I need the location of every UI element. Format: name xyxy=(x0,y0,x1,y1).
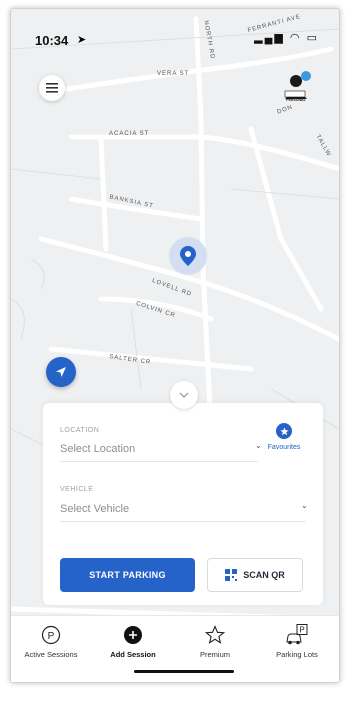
menu-button[interactable] xyxy=(39,75,65,101)
battery-icon: ▭ xyxy=(306,32,319,44)
street-label: VERA ST xyxy=(157,71,190,77)
parking-form-panel: LOCATION Select Location ⌄ Favourites VE… xyxy=(43,403,323,605)
location-select[interactable]: Select Location xyxy=(60,443,135,455)
scan-qr-button[interactable]: SCAN QR xyxy=(207,558,303,592)
tab-premium[interactable]: Premium xyxy=(175,624,255,659)
favourites-button[interactable]: Favourites xyxy=(261,423,307,451)
svg-text:P: P xyxy=(299,626,304,635)
scan-qr-label: SCAN QR xyxy=(243,570,285,580)
vehicle-chevron-down-icon[interactable]: ⌄ xyxy=(301,501,308,510)
location-arrow-icon: ➤ xyxy=(77,34,87,46)
tab-label: Premium xyxy=(199,650,230,659)
current-location-marker[interactable] xyxy=(169,237,207,275)
status-time: 10:34 xyxy=(35,33,69,48)
tab-label: Active Sessions xyxy=(24,650,78,659)
parking-circle-icon: P xyxy=(41,625,61,645)
vehicle-select[interactable]: Select Vehicle xyxy=(60,503,129,515)
signal-icon: ▂▄▆ xyxy=(254,32,285,44)
locate-me-button[interactable] xyxy=(46,357,76,387)
profile-avatar-button[interactable]: PERSONAL xyxy=(281,71,311,105)
status-bar: 10:34 ➤ ▂▄▆ ◠ ▭ xyxy=(11,9,339,49)
tab-parking-lots[interactable]: P Parking Lots xyxy=(257,624,337,659)
favourites-label: Favourites xyxy=(267,444,301,451)
collapse-panel-button[interactable] xyxy=(170,381,198,409)
svg-text:P: P xyxy=(48,631,55,642)
chevron-down-icon xyxy=(179,392,189,398)
map-pin-icon xyxy=(180,246,196,266)
status-icons: ▂▄▆ ◠ ▭ xyxy=(254,31,319,44)
tab-label: Parking Lots xyxy=(276,650,318,659)
start-parking-button[interactable]: START PARKING xyxy=(60,558,195,592)
star-outline-icon xyxy=(205,625,225,644)
location-label: LOCATION xyxy=(60,427,100,434)
qr-code-icon xyxy=(225,569,238,581)
hamburger-icon xyxy=(46,83,58,93)
add-circle-icon xyxy=(124,626,142,644)
location-underline xyxy=(60,461,258,462)
tab-label: Add Session xyxy=(110,650,156,659)
home-indicator xyxy=(134,670,234,673)
tab-add-session[interactable]: Add Session xyxy=(93,624,173,659)
tab-active-sessions[interactable]: P Active Sessions xyxy=(11,624,91,659)
user-avatar-icon xyxy=(284,71,311,99)
vehicle-underline xyxy=(60,521,306,522)
navigation-arrow-icon xyxy=(56,367,66,377)
vehicle-label: VEHICLE xyxy=(60,486,94,493)
star-icon xyxy=(276,423,292,439)
car-parking-icon: P xyxy=(286,624,308,645)
street-label: ACACIA ST xyxy=(109,131,150,137)
phone-frame: VERA ST ACACIA ST BANKSIA ST LOVELL RD C… xyxy=(10,8,340,683)
wifi-icon: ◠ xyxy=(289,32,302,44)
